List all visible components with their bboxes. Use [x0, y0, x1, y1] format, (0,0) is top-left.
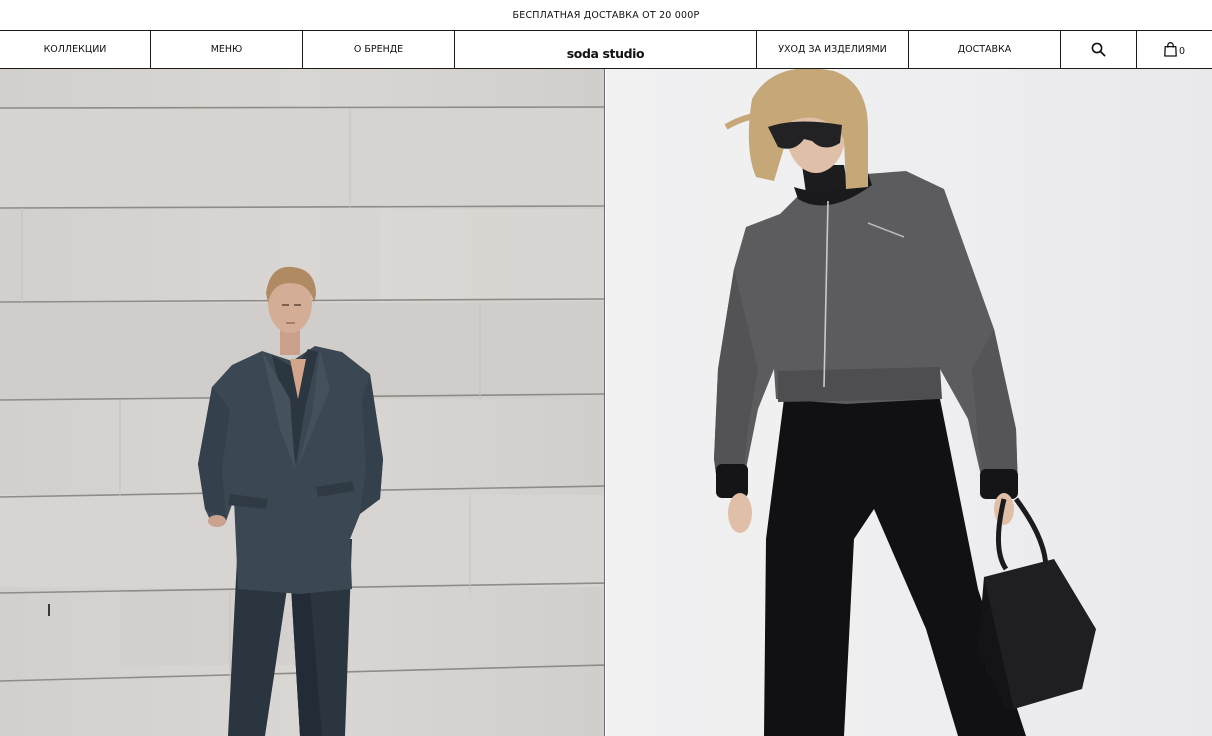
model-bomber-illustration — [714, 69, 1096, 736]
hero-image-left[interactable] — [0, 69, 605, 736]
promo-text: БЕСПЛАТНАЯ ДОСТАВКА ОТ 20 000Р — [512, 9, 700, 21]
main-navigation: КОЛЛЕКЦИИ МЕНЮ О БРЕНДЕ soda studio УХОД… — [0, 30, 1212, 69]
brand-logo[interactable]: soda studio — [454, 31, 756, 68]
nav-item-collections[interactable]: КОЛЛЕКЦИИ — [0, 31, 150, 68]
cart-count: 0 — [1178, 45, 1186, 57]
shopping-bag-icon — [1164, 42, 1177, 57]
search-button[interactable] — [1060, 31, 1136, 68]
nav-item-label: МЕНЮ — [210, 44, 243, 55]
nav-item-about-brand[interactable]: О БРЕНДЕ — [302, 31, 454, 68]
promo-banner: БЕСПЛАТНАЯ ДОСТАВКА ОТ 20 000Р — [0, 0, 1212, 30]
nav-item-menu[interactable]: МЕНЮ — [150, 31, 302, 68]
nav-item-delivery[interactable]: ДОСТАВКА — [908, 31, 1060, 68]
nav-item-label: ДОСТАВКА — [957, 44, 1012, 55]
nav-item-care[interactable]: УХОД ЗА ИЗДЕЛИЯМИ — [756, 31, 908, 68]
nav-item-label: КОЛЛЕКЦИИ — [43, 44, 107, 55]
nav-item-label: УХОД ЗА ИЗДЕЛИЯМИ — [778, 44, 887, 55]
search-icon — [1091, 42, 1106, 57]
hero-section — [0, 69, 1212, 736]
hero-image-right[interactable] — [606, 69, 1212, 736]
cart-button[interactable]: 0 — [1136, 31, 1212, 68]
logo-text: soda studio — [566, 46, 645, 61]
nav-item-label: О БРЕНДЕ — [353, 44, 404, 55]
model-suit-illustration — [0, 69, 604, 736]
